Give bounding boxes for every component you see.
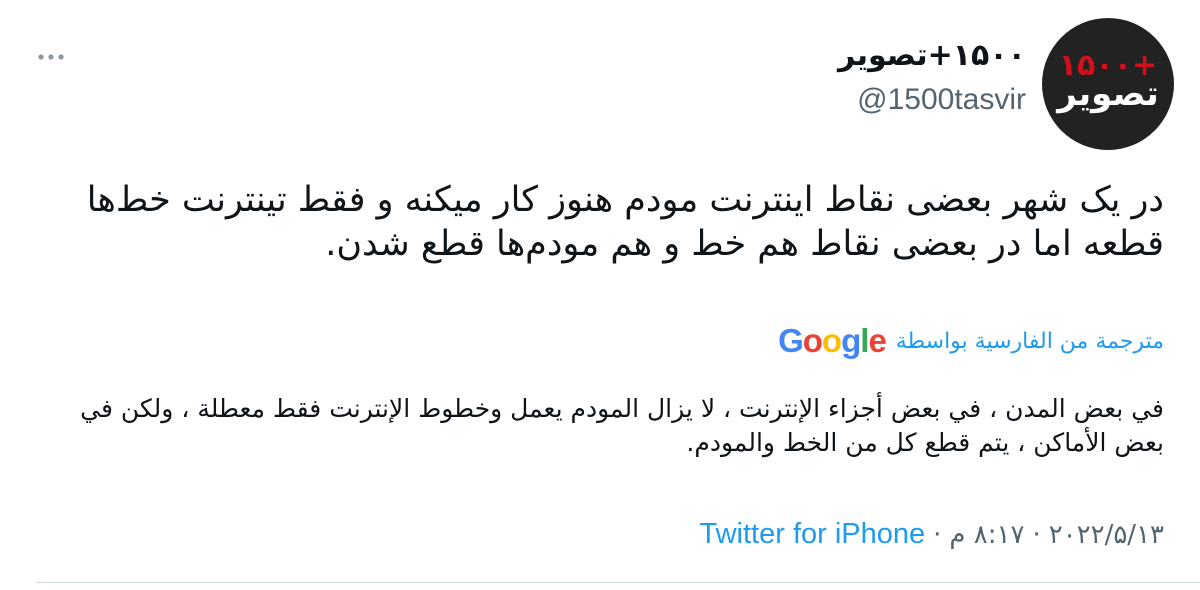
tweet-author[interactable]: ۱۵۰۰+ تصویر ۱۵۰۰+تصویر @1500tasvir [838,18,1174,150]
avatar-word: تصویر [1057,74,1159,114]
translated-by-link[interactable]: مترجمة من الفارسية بواسطة Google [778,322,1164,360]
google-logo-letter: o [821,322,842,359]
google-logo-letter: G [778,322,804,359]
display-name[interactable]: ۱۵۰۰+تصویر [838,36,1026,76]
more-dots-icon [37,46,65,65]
divider [36,582,1200,583]
tweet-text: در یک شهر بعضی نقاط اینترنت مودم هنوز کا… [86,180,1164,264]
tweet-time[interactable]: ۸:۱۷ م [949,520,1024,550]
translation-text: في بعض المدن ، في بعض أجزاء الإنترنت ، ل… [80,394,1164,457]
author-names: ۱۵۰۰+تصویر @1500tasvir [838,36,1026,120]
avatar[interactable]: ۱۵۰۰+ تصویر [1042,18,1174,150]
translated-by-label: مترجمة من الفارسية بواسطة [895,328,1164,354]
meta-separator: · [933,519,942,550]
tweet-source-link[interactable]: Twitter for iPhone [700,518,926,551]
tweet-date[interactable]: ۲۰۲۲/۵/۱۳ [1049,520,1164,550]
google-logo-letter: o [802,322,823,359]
google-logo-letter: g [841,322,861,359]
google-logo-letter: e [868,322,886,359]
meta-separator: · [1032,519,1041,550]
google-logo: Google [778,322,887,360]
user-handle[interactable]: @1500tasvir [857,80,1026,120]
tweet-meta: ۲۰۲۲/۵/۱۳ · ۸:۱۷ م · Twitter for iPhone [700,518,1165,551]
more-options-button[interactable] [36,40,66,70]
